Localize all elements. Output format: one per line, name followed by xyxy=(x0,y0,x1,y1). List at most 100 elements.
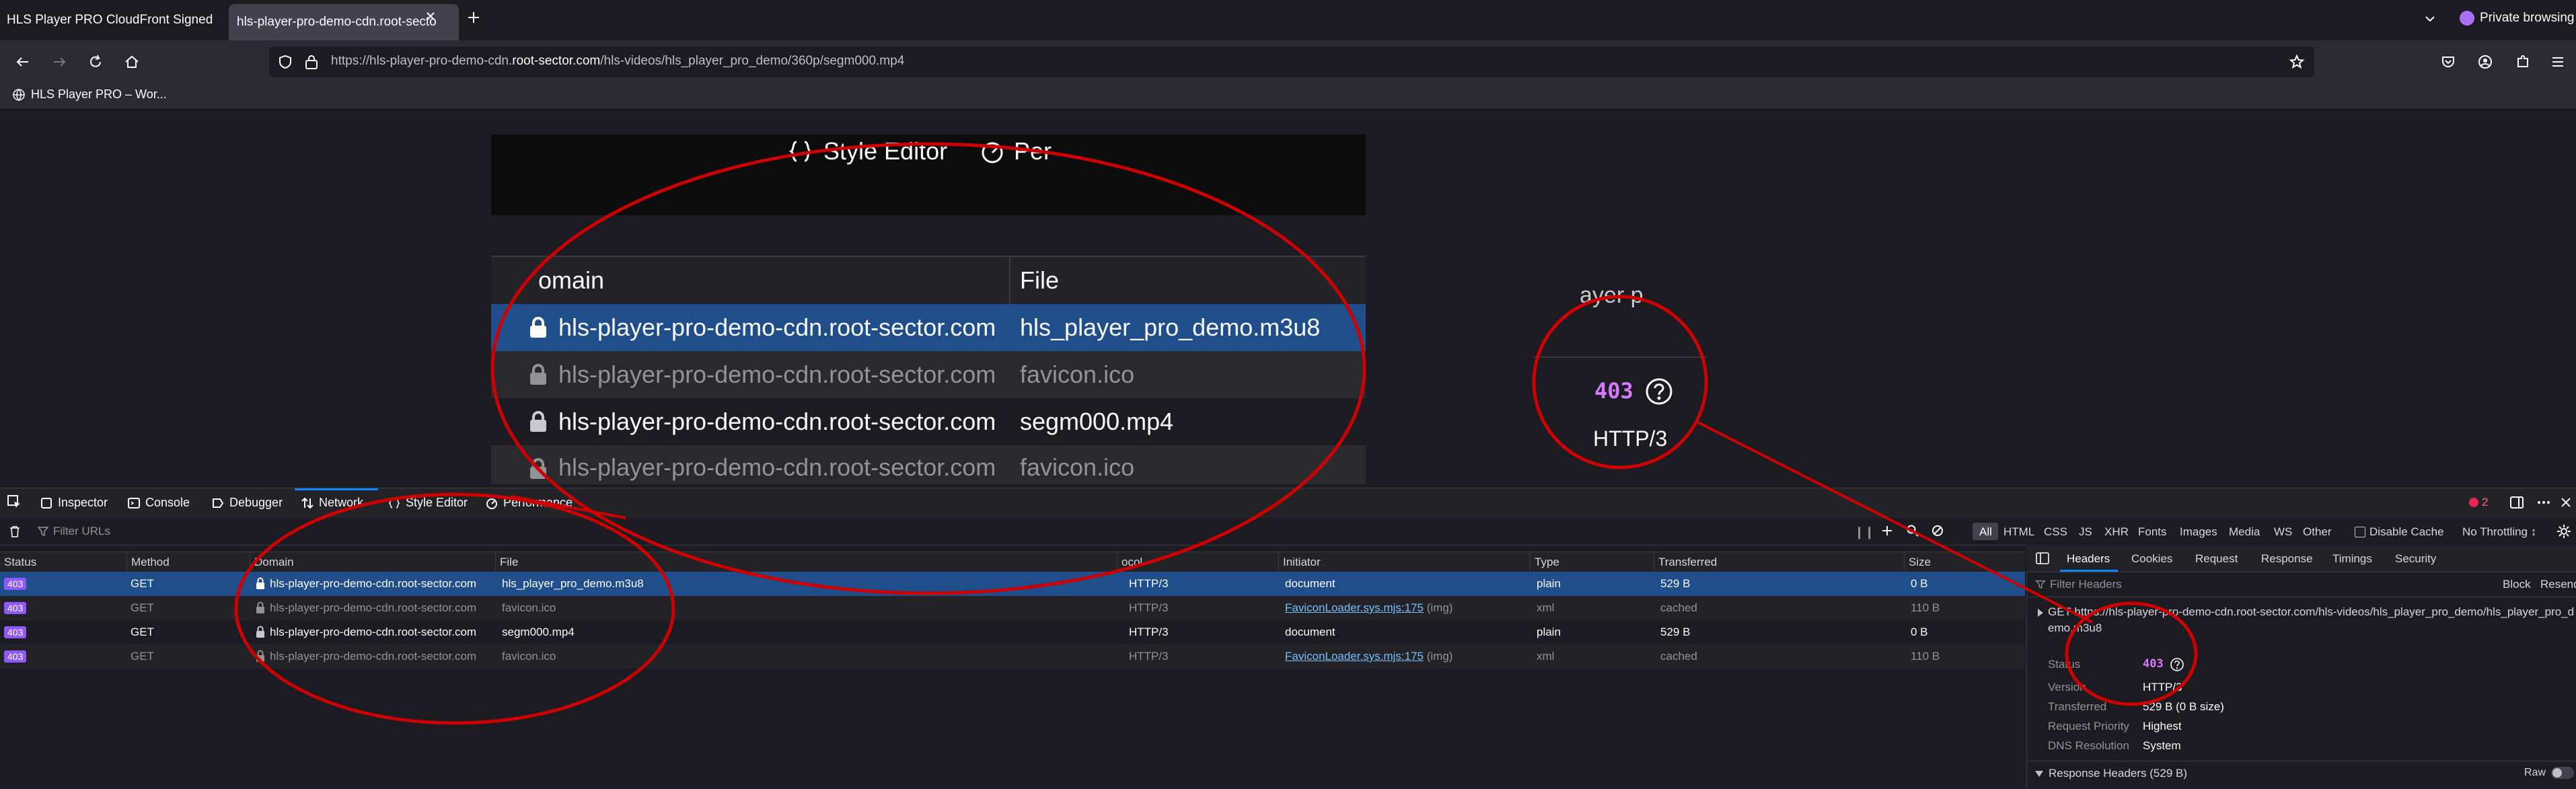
tab-response[interactable]: Response xyxy=(2261,552,2313,566)
search-icon[interactable] xyxy=(1906,524,1919,537)
account-icon[interactable] xyxy=(2477,54,2493,70)
field-label-status: Status xyxy=(2048,658,2081,671)
lock-icon[interactable] xyxy=(304,54,319,70)
tab-performance[interactable]: Performance xyxy=(486,496,573,510)
filter-headers-input[interactable]: Filter Headers xyxy=(2035,578,2122,591)
filter-urls-input[interactable]: Filter URLs xyxy=(37,525,110,538)
filter-type-other[interactable]: Other xyxy=(2303,525,2332,539)
filter-type-ws[interactable]: WS xyxy=(2274,525,2292,539)
tab-timings[interactable]: Timings xyxy=(2332,552,2372,566)
settings-gear-icon[interactable] xyxy=(2556,524,2571,539)
new-tab-icon[interactable] xyxy=(466,9,482,26)
close-devtools-icon[interactable] xyxy=(2559,495,2573,510)
zoom-status-version: HTTP/3 xyxy=(1593,426,1668,451)
table-row[interactable]: 403 GET hls-player-pro-demo-cdn.root-sec… xyxy=(0,572,2025,596)
column-protocol[interactable]: ocol xyxy=(1117,552,1142,572)
forward-icon[interactable] xyxy=(51,54,67,70)
tool-label: Style Editor xyxy=(406,496,468,509)
field-value-version: HTTP/3 xyxy=(2143,681,2182,693)
request-initiator-link[interactable]: FaviconLoader.sys.mjs:175 xyxy=(1285,601,1424,614)
raw-toggle[interactable]: Raw xyxy=(2524,767,2575,779)
tab-debugger[interactable]: Debugger xyxy=(212,496,283,510)
block-button[interactable]: Block xyxy=(2503,578,2531,591)
console-icon xyxy=(128,497,140,509)
tab-network[interactable]: Network xyxy=(301,496,363,510)
response-headers-section[interactable]: Response Headers (529 B) xyxy=(2034,767,2187,780)
filter-type-css[interactable]: CSS xyxy=(2044,525,2067,539)
tab-style-editor[interactable]: Style Editor xyxy=(388,496,468,510)
toggle-sidebar-icon[interactable] xyxy=(2035,551,2050,566)
table-row[interactable]: 403 GET hls-player-pro-demo-cdn.root-sec… xyxy=(0,644,2025,669)
extensions-icon[interactable] xyxy=(2515,54,2531,70)
resend-button[interactable]: Resend xyxy=(2540,578,2576,591)
home-icon[interactable] xyxy=(124,54,140,70)
expand-triangle-icon[interactable] xyxy=(2036,608,2045,617)
request-transferred: 529 B xyxy=(1660,626,1691,638)
chevron-down-icon[interactable] xyxy=(2423,12,2437,26)
field-value-dns: System xyxy=(2143,739,2181,752)
more-options-icon[interactable] xyxy=(2536,495,2551,510)
request-protocol: HTTP/3 xyxy=(1129,626,1169,638)
tab-hls-player-pro[interactable]: HLS Player PRO CloudFront Signed xyxy=(7,0,222,40)
filter-type-xhr[interactable]: XHR xyxy=(2104,525,2129,539)
request-initiator-extra: (img) xyxy=(1426,650,1453,663)
pause-icon[interactable]: ❙❙ xyxy=(1854,525,1874,539)
table-row[interactable]: 403 GET hls-player-pro-demo-cdn.root-sec… xyxy=(0,620,2025,644)
tab-security[interactable]: Security xyxy=(2395,552,2436,566)
request-initiator-link[interactable]: FaviconLoader.sys.mjs:175 xyxy=(1285,650,1424,663)
error-count-badge[interactable]: 2 xyxy=(2469,496,2488,509)
url-text[interactable]: https://hls-player-pro-demo-cdn.root-sec… xyxy=(331,54,904,69)
filter-type-media[interactable]: Media xyxy=(2229,525,2260,539)
bookmarks-toolbar xyxy=(0,82,2576,110)
request-transferred: cached xyxy=(1660,650,1697,663)
disable-cache-checkbox[interactable]: Disable Cache xyxy=(2355,525,2444,539)
throttling-select[interactable]: No Throttling ↕ xyxy=(2462,525,2536,539)
pocket-icon[interactable] xyxy=(2440,54,2456,70)
table-row[interactable]: 403 GET hls-player-pro-demo-cdn.root-sec… xyxy=(0,596,2025,620)
request-domain: hls-player-pro-demo-cdn.root-sector.com xyxy=(270,601,477,614)
tab-cookies[interactable]: Cookies xyxy=(2131,552,2172,566)
tab-request[interactable]: Request xyxy=(2195,552,2238,566)
private-browsing-indicator: Private browsing xyxy=(2460,11,2574,26)
dock-side-icon[interactable] xyxy=(2509,495,2524,510)
column-type[interactable]: Type xyxy=(1530,552,1559,572)
close-tab-icon[interactable] xyxy=(424,9,437,23)
collapse-triangle-icon xyxy=(2035,771,2043,777)
tab-headers[interactable]: Headers xyxy=(2067,552,2110,566)
column-method[interactable]: Method xyxy=(126,552,170,572)
filter-type-js[interactable]: JS xyxy=(2079,525,2092,539)
star-bookmark-icon[interactable] xyxy=(2289,54,2305,70)
filter-type-fonts[interactable]: Fonts xyxy=(2138,525,2167,539)
tab-console[interactable]: Console xyxy=(128,496,190,510)
zoom-row-domain: hls-player-pro-demo-cdn.root-sector.com xyxy=(558,313,996,341)
lock-icon xyxy=(252,572,265,596)
bookmark-hls-player-pro[interactable]: HLS Player PRO – Wor... xyxy=(12,87,167,102)
column-size[interactable]: Size xyxy=(1904,552,1931,572)
filter-type-all[interactable]: All xyxy=(1979,525,1992,539)
tab-inspector[interactable]: Inspector xyxy=(40,496,108,510)
reload-icon[interactable] xyxy=(87,54,104,70)
zoom-header-row: omain File xyxy=(491,256,1366,305)
column-status[interactable]: Status xyxy=(0,552,36,572)
plus-icon[interactable] xyxy=(1880,524,1894,537)
filter-type-images[interactable]: Images xyxy=(2180,525,2217,539)
trash-icon[interactable] xyxy=(8,525,22,538)
help-circle-icon[interactable] xyxy=(2170,657,2184,672)
filter-icon xyxy=(2035,580,2046,589)
braces-icon xyxy=(788,141,813,162)
zoom-status-panel: ayer p 403 HTTP/3 xyxy=(1533,277,1707,472)
column-transferred[interactable]: Transferred xyxy=(1654,552,1717,572)
pick-element-icon[interactable] xyxy=(7,494,22,509)
back-icon[interactable] xyxy=(15,54,31,70)
block-icon[interactable] xyxy=(1931,524,1944,537)
request-size: 110 B xyxy=(1911,650,1940,663)
column-file[interactable]: File xyxy=(495,552,518,572)
shield-icon[interactable] xyxy=(277,54,293,70)
field-value-priority: Highest xyxy=(2143,720,2182,732)
active-tab-indicator xyxy=(295,488,378,490)
menu-icon[interactable] xyxy=(2550,54,2566,70)
zoom-style-editor-tab: Style Editor xyxy=(787,137,947,165)
column-domain[interactable]: Domain xyxy=(250,552,294,572)
column-initiator[interactable]: Initiator xyxy=(1278,552,1321,572)
filter-type-html[interactable]: HTML xyxy=(2003,525,2034,539)
